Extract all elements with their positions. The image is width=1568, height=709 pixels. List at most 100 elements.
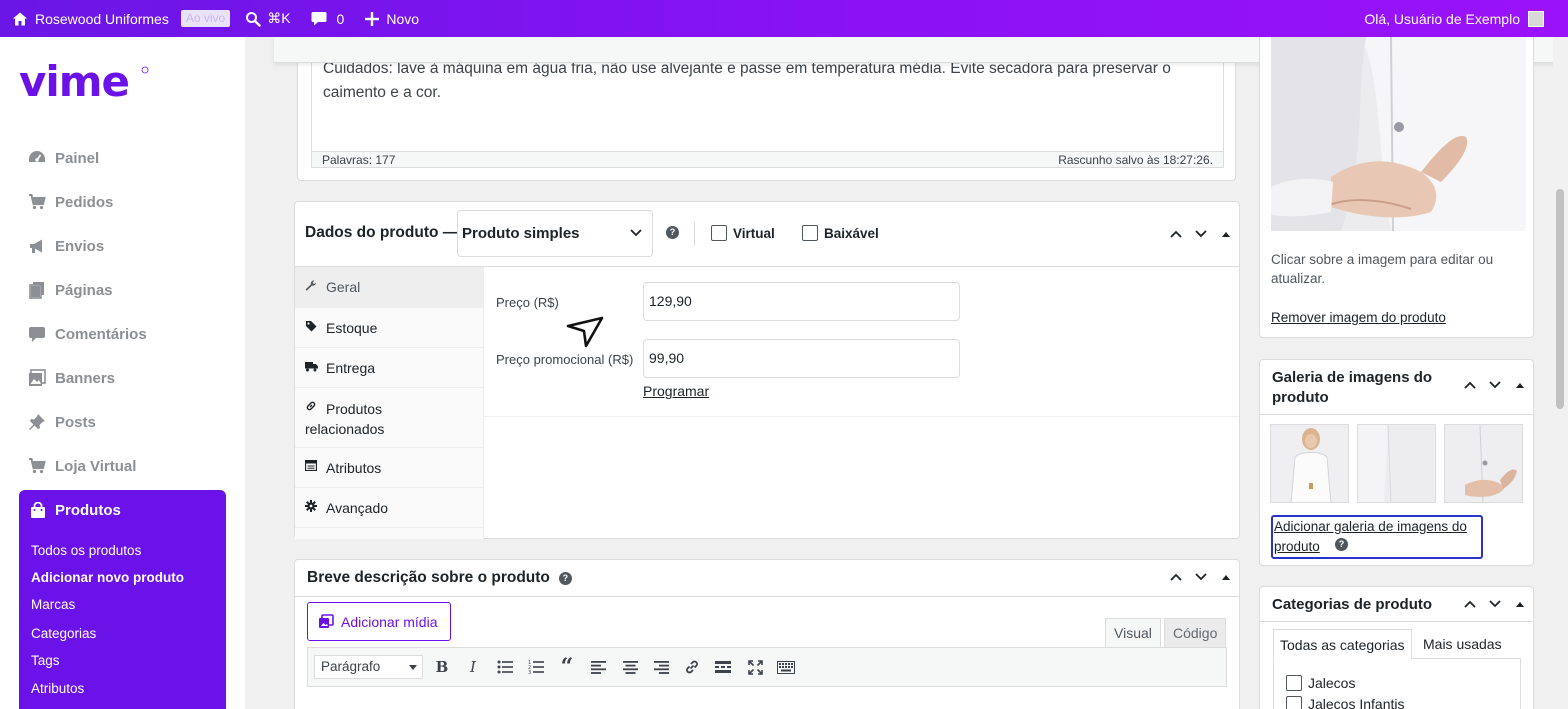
menu-label: Posts: [55, 413, 96, 431]
align-center-icon[interactable]: [621, 658, 639, 676]
add-gallery-images-link[interactable]: Adicionar galeria de imagens do produto: [1271, 515, 1483, 559]
account-menu[interactable]: Olá, Usuário de Exemplo: [1364, 0, 1544, 37]
keyboard-icon[interactable]: [777, 658, 795, 676]
menu-label: Comentários: [55, 325, 147, 343]
menu-item-banners[interactable]: Banners: [28, 369, 115, 387]
menu-item-comentarios[interactable]: Comentários: [28, 325, 147, 343]
move-up-icon[interactable]: [1163, 567, 1188, 587]
help-icon[interactable]: ?: [666, 226, 679, 239]
gallery-image[interactable]: [1444, 424, 1523, 503]
move-down-icon[interactable]: [1188, 224, 1213, 244]
move-down-icon[interactable]: [1188, 567, 1213, 587]
new-content-button[interactable]: Novo: [365, 0, 419, 37]
tab-produtos-relacionados[interactable]: Produtos relacionados: [295, 388, 484, 448]
tab-codigo[interactable]: Código: [1164, 618, 1227, 647]
help-icon[interactable]: ?: [1335, 538, 1348, 551]
panel-controls: [1163, 567, 1238, 587]
produtos-heading[interactable]: Produtos: [30, 502, 121, 519]
submenu-categorias[interactable]: Categorias: [31, 626, 96, 641]
site-home-link[interactable]: Rosewood Uniformes Ao vivo: [12, 0, 231, 37]
category-item[interactable]: Jalecos Infantis: [1286, 696, 1405, 709]
search-shortcut-button[interactable]: ⌘K: [245, 0, 291, 37]
bold-icon[interactable]: B: [433, 658, 451, 676]
collapse-toggle-icon[interactable]: [1213, 567, 1238, 587]
move-up-icon[interactable]: [1163, 224, 1188, 244]
gallery-image[interactable]: [1357, 424, 1436, 503]
move-up-icon[interactable]: [1457, 375, 1482, 395]
category-checkbox[interactable]: [1286, 696, 1302, 709]
truck-icon: [305, 361, 318, 373]
category-item[interactable]: Jalecos: [1286, 675, 1355, 691]
fullscreen-icon[interactable]: [746, 658, 764, 676]
submenu-todos-produtos[interactable]: Todos os produtos: [31, 543, 141, 558]
menu-item-loja-virtual[interactable]: Loja Virtual: [28, 457, 136, 475]
comments-button[interactable]: 0: [311, 0, 344, 37]
move-down-icon[interactable]: [1482, 594, 1507, 614]
gallery-image[interactable]: [1270, 424, 1349, 503]
new-label: Novo: [386, 10, 420, 27]
tab-visual[interactable]: Visual: [1105, 618, 1161, 647]
tab-all-categories[interactable]: Todas as categorias: [1273, 629, 1412, 659]
collapse-toggle-icon[interactable]: [1507, 594, 1532, 614]
page-scrollbar[interactable]: [1553, 37, 1568, 709]
downloadable-checkbox[interactable]: Baixável: [802, 225, 879, 241]
submenu-marcas[interactable]: Marcas: [31, 597, 75, 612]
category-checklist: Jalecos Jalecos Infantis: [1273, 658, 1521, 709]
panel-controls: [1457, 594, 1532, 614]
menu-item-produtos[interactable]: Produtos Todos os produtos Adicionar nov…: [19, 490, 226, 709]
menu-item-paginas[interactable]: Páginas: [28, 281, 113, 299]
product-data-tabs: Geral Estoque Entrega Produtos relaciona…: [295, 267, 484, 539]
menu-item-envios[interactable]: Envios: [28, 237, 104, 255]
description-text[interactable]: Cuidados: lave à máquina em água fria, n…: [323, 57, 1203, 105]
product-type-select[interactable]: Produto simples: [457, 210, 653, 257]
menu-item-pedidos[interactable]: Pedidos: [28, 193, 113, 211]
tab-atributos[interactable]: Atributos: [295, 448, 484, 488]
mouse-cursor-icon: [566, 316, 604, 348]
move-down-icon[interactable]: [1482, 375, 1507, 395]
help-icon[interactable]: ?: [558, 571, 572, 585]
product-data-header: Dados do produto — Produto simples ? Vir…: [295, 202, 1239, 267]
add-media-button[interactable]: Adicionar mídia: [307, 602, 451, 641]
tab-geral[interactable]: Geral: [295, 267, 484, 308]
menu-label: Loja Virtual: [55, 457, 137, 475]
virtual-checkbox-box[interactable]: [711, 225, 727, 241]
live-badge: Ao vivo: [180, 10, 231, 27]
brand-logo[interactable]: vime: [19, 63, 149, 105]
bulleted-list-icon[interactable]: [496, 658, 514, 676]
submenu-adicionar-novo-produto[interactable]: Adicionar novo produto: [31, 570, 184, 585]
tab-most-used[interactable]: Mais usadas: [1417, 629, 1508, 659]
tab-estoque[interactable]: Estoque: [295, 308, 484, 348]
blockquote-icon[interactable]: “: [558, 654, 576, 680]
link-icon[interactable]: [683, 658, 701, 676]
panel-controls: [1457, 375, 1532, 395]
schedule-sale-link[interactable]: Programar: [643, 383, 709, 399]
menu-label: Envios: [55, 237, 105, 255]
collapse-toggle-icon[interactable]: [1507, 375, 1532, 395]
sale-price-input[interactable]: 99,90: [643, 339, 960, 378]
read-more-icon[interactable]: [714, 658, 732, 676]
italic-icon[interactable]: I: [464, 658, 482, 676]
chevron-down-icon: [630, 229, 642, 237]
submenu-atributos[interactable]: Atributos: [31, 681, 84, 696]
product-image[interactable]: [1271, 37, 1526, 231]
move-up-icon[interactable]: [1457, 594, 1482, 614]
tab-entrega[interactable]: Entrega: [295, 348, 484, 388]
align-left-icon[interactable]: [589, 658, 607, 676]
panel-controls: [1163, 224, 1238, 244]
tab-avancado[interactable]: Avançado: [295, 488, 484, 528]
submenu-tags[interactable]: Tags: [31, 653, 60, 668]
collapse-toggle-icon[interactable]: [1213, 224, 1238, 244]
regular-price-input[interactable]: 129,90: [643, 282, 960, 321]
plus-icon: [365, 11, 380, 26]
remove-featured-image-link[interactable]: Remover imagem do produto: [1271, 310, 1446, 325]
bag-icon: [30, 502, 46, 519]
numbered-list-icon[interactable]: 123: [527, 658, 545, 676]
downloadable-checkbox-box[interactable]: [802, 225, 818, 241]
align-right-icon[interactable]: [652, 658, 670, 676]
category-checkbox[interactable]: [1286, 675, 1302, 691]
scrollbar-thumb[interactable]: [1556, 189, 1564, 409]
menu-item-painel[interactable]: Painel: [28, 149, 99, 167]
virtual-checkbox[interactable]: Virtual: [711, 225, 775, 241]
menu-item-posts[interactable]: Posts: [28, 413, 96, 431]
format-select[interactable]: Parágrafo: [314, 655, 423, 679]
